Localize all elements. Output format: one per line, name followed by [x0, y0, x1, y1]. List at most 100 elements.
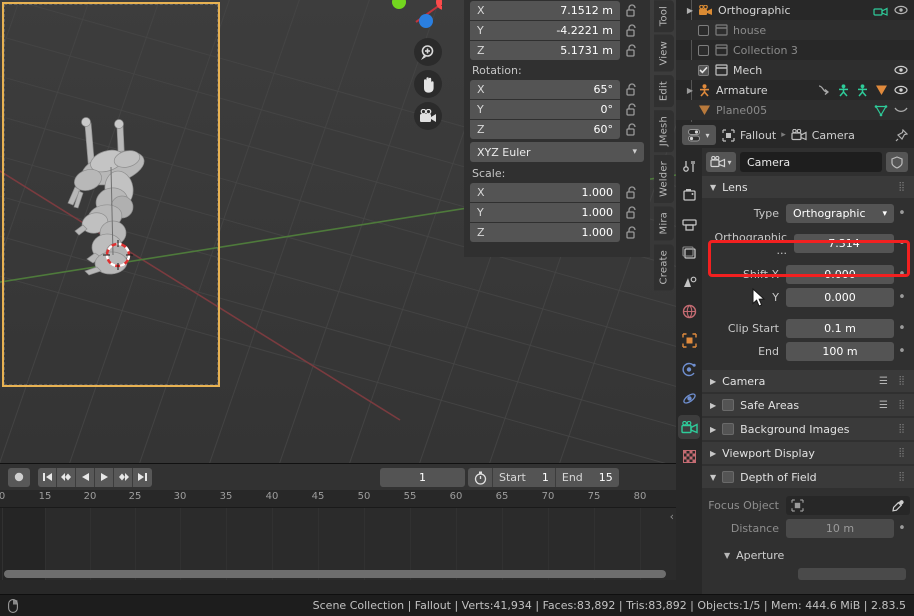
- background-images-checkbox[interactable]: [722, 423, 735, 435]
- rotation-row-x[interactable]: X 65°: [470, 79, 644, 99]
- stopwatch-icon[interactable]: [468, 471, 492, 485]
- outliner-row-armature[interactable]: ▶ Armature: [676, 80, 914, 100]
- visibility-eye-icon[interactable]: [894, 65, 908, 75]
- tab-tool[interactable]: Tool: [654, 0, 674, 33]
- scale-row-y[interactable]: Y 1.000: [470, 202, 644, 222]
- timeline-track-area[interactable]: [0, 508, 676, 580]
- shift-x-field[interactable]: 0.000: [786, 265, 894, 284]
- lock-icon[interactable]: [620, 122, 644, 136]
- location-row-y[interactable]: Y -4.2221 m: [470, 20, 644, 40]
- frame-end-field[interactable]: End 15: [554, 468, 619, 487]
- animate-property-dot[interactable]: •: [894, 344, 910, 359]
- lock-icon[interactable]: [620, 43, 644, 57]
- horizontal-scrollbar[interactable]: [4, 570, 666, 578]
- timeline-ruler[interactable]: 0 15 20 25 30 35 40 45 50 55 60 65 70 75 80: [0, 490, 676, 508]
- animate-property-dot[interactable]: •: [894, 206, 910, 221]
- safe-areas-panel-header[interactable]: ▶ Safe Areas ☰ ⣿: [702, 394, 914, 416]
- disclosure-triangle-icon[interactable]: ▶: [682, 6, 698, 15]
- lock-icon[interactable]: [620, 205, 644, 219]
- outliner-row-mech[interactable]: Mech: [676, 60, 914, 80]
- visibility-eye-icon[interactable]: [894, 5, 908, 15]
- lock-icon[interactable]: [620, 102, 644, 116]
- editor-type-button[interactable]: ▾: [682, 125, 716, 145]
- view-axis-gizmo[interactable]: X: [372, 0, 442, 44]
- lens-type-dropdown[interactable]: Orthographic ▾: [786, 204, 894, 223]
- outliner-row-orthographic[interactable]: ▶ Orthographic: [676, 0, 914, 20]
- lock-icon[interactable]: [620, 185, 644, 199]
- animate-property-dot[interactable]: •: [894, 267, 910, 282]
- 3d-viewport[interactable]: X 7.1512 m Y -4.2221 m Z 5.1731 m Rotati…: [0, 0, 676, 463]
- scale-row-x[interactable]: X 1.000: [470, 182, 644, 202]
- animate-property-dot[interactable]: •: [894, 236, 910, 251]
- visibility-eye-icon[interactable]: [894, 85, 908, 95]
- visibility-closed-eye-icon[interactable]: [894, 106, 908, 114]
- render-tab[interactable]: [678, 183, 700, 207]
- record-button[interactable]: [8, 467, 30, 487]
- focus-distance-row[interactable]: Distance 10 m •: [702, 518, 914, 539]
- current-frame-field[interactable]: 1: [380, 468, 465, 487]
- drag-grip-icon[interactable]: ⣿: [898, 376, 906, 386]
- viewport-display-panel-header[interactable]: ▶ Viewport Display ⣿: [702, 442, 914, 464]
- collection-checkbox[interactable]: [698, 64, 709, 76]
- next-keyframe-button[interactable]: [114, 467, 133, 487]
- previous-keyframe-button[interactable]: [57, 467, 76, 487]
- breadcrumb-scene[interactable]: Fallout: [740, 129, 776, 142]
- lock-icon[interactable]: [620, 225, 644, 239]
- drag-grip-icon[interactable]: ⣿: [898, 400, 906, 410]
- tool-tab[interactable]: [678, 154, 700, 178]
- preset-list-icon[interactable]: ☰: [879, 376, 888, 387]
- animate-property-dot[interactable]: •: [894, 321, 910, 336]
- orthographic-scale-row[interactable]: Orthographic ... 7.314 •: [702, 231, 914, 257]
- drag-grip-icon[interactable]: ⣿: [898, 472, 906, 482]
- scene-tab[interactable]: [678, 270, 700, 294]
- background-images-panel-header[interactable]: ▶ Background Images ⣿: [702, 418, 914, 440]
- lock-icon[interactable]: [620, 23, 644, 37]
- rotation-row-z[interactable]: Z 60°: [470, 119, 644, 139]
- object-data-camera-tab[interactable]: [678, 415, 700, 439]
- outliner-row-house[interactable]: house: [676, 20, 914, 40]
- camera-panel-header[interactable]: ▶ Camera ☰ ⣿: [702, 370, 914, 392]
- clip-start-row[interactable]: Clip Start 0.1 m •: [702, 318, 914, 339]
- animate-property-dot[interactable]: •: [894, 521, 910, 536]
- aperture-fstop-field[interactable]: [798, 568, 906, 580]
- collapse-arrow-icon[interactable]: ‹: [670, 510, 674, 523]
- rotation-row-y[interactable]: Y 0°: [470, 99, 644, 119]
- frame-start-field[interactable]: Start 1: [492, 468, 555, 487]
- world-tab[interactable]: [678, 299, 700, 323]
- location-row-z[interactable]: Z 5.1731 m: [470, 40, 644, 60]
- tab-edit[interactable]: Edit: [654, 74, 674, 107]
- focus-object-field[interactable]: [786, 496, 910, 515]
- tab-mira[interactable]: Mira: [654, 206, 674, 241]
- zoom-icon[interactable]: [414, 38, 442, 66]
- camera-icon[interactable]: [414, 102, 442, 130]
- lock-icon[interactable]: [620, 3, 644, 17]
- play-button[interactable]: [95, 467, 114, 487]
- outliner-editor[interactable]: ▶ Orthographic house Collection 3 Mech ▶…: [676, 0, 914, 122]
- breadcrumb-object[interactable]: Camera: [812, 129, 855, 142]
- output-tab[interactable]: [678, 212, 700, 236]
- lens-type-row[interactable]: Type Orthographic ▾ •: [702, 203, 914, 224]
- rotation-mode-dropdown[interactable]: XYZ Euler ▾: [470, 142, 644, 162]
- tab-welder[interactable]: Welder: [654, 155, 674, 204]
- depth-of-field-checkbox[interactable]: [722, 471, 735, 483]
- disclosure-triangle-icon[interactable]: ▶: [682, 86, 698, 95]
- shift-y-row[interactable]: Y 0.000 •: [702, 287, 914, 308]
- focus-object-row[interactable]: Focus Object: [702, 495, 914, 516]
- drag-grip-icon[interactable]: ⣿: [898, 182, 906, 192]
- lock-icon[interactable]: [620, 82, 644, 96]
- collection-checkbox[interactable]: [698, 44, 709, 56]
- aperture-subpanel-header[interactable]: ▼ Aperture: [702, 541, 914, 562]
- camera-data-icon[interactable]: ▾: [706, 152, 736, 172]
- modifier-tab[interactable]: [678, 357, 700, 381]
- collection-checkbox[interactable]: [698, 24, 709, 36]
- preset-list-icon[interactable]: ☰: [879, 400, 888, 411]
- clip-start-field[interactable]: 0.1 m: [786, 319, 894, 338]
- eyedropper-icon[interactable]: [892, 499, 905, 512]
- view-layer-tab[interactable]: [678, 241, 700, 265]
- hand-icon[interactable]: [414, 70, 442, 98]
- focus-distance-field[interactable]: 10 m: [786, 519, 894, 538]
- lens-panel-header[interactable]: ▼ Lens ⣿: [702, 176, 914, 198]
- jump-to-end-button[interactable]: [133, 468, 152, 487]
- clip-end-row[interactable]: End 100 m •: [702, 341, 914, 362]
- play-reverse-button[interactable]: [76, 467, 95, 487]
